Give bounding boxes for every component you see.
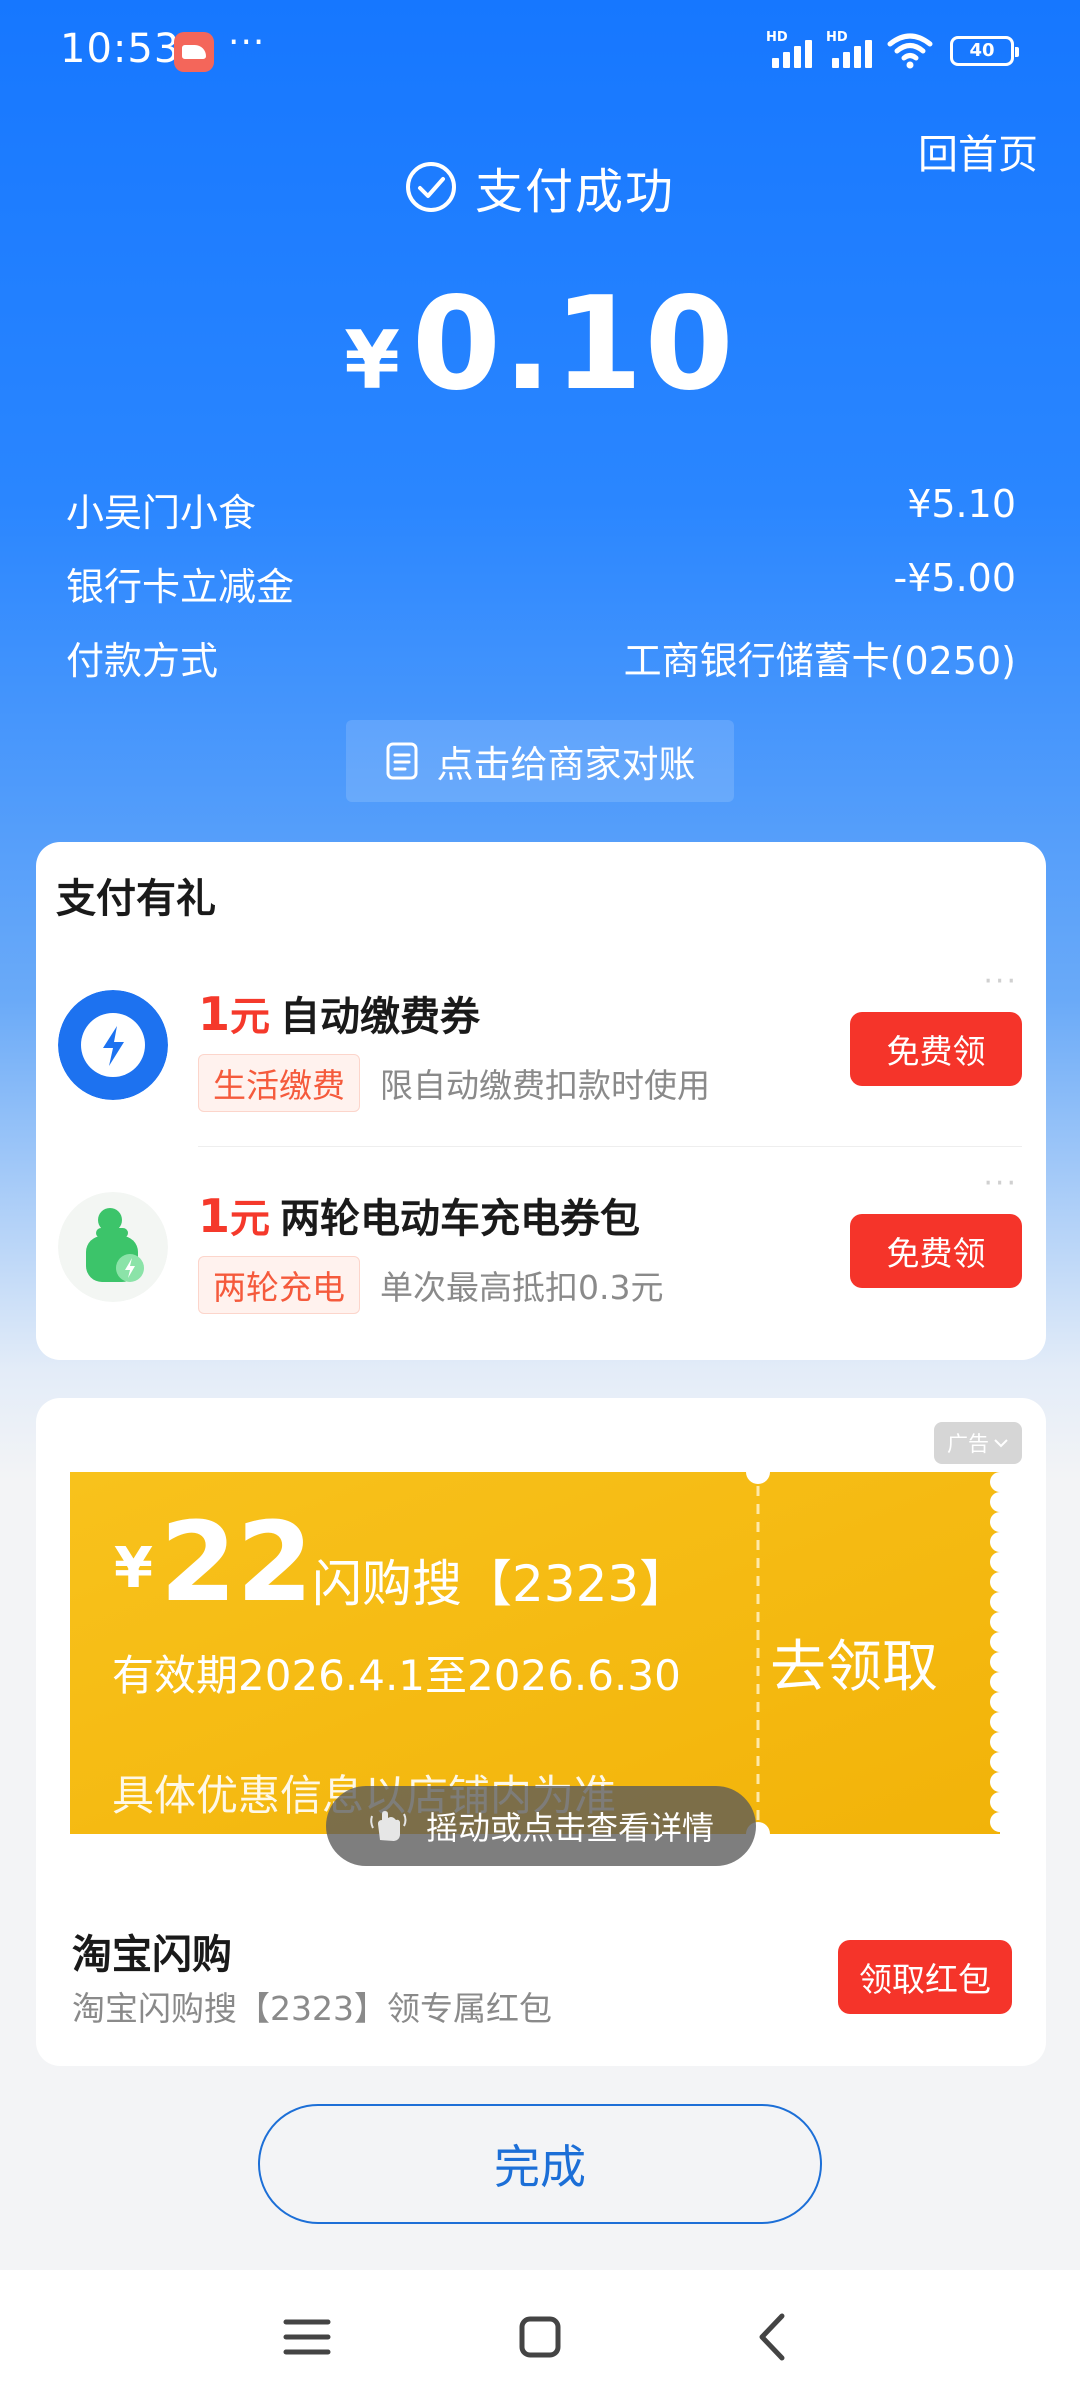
ebike-charging-icon bbox=[58, 1192, 168, 1302]
status-time: 10:53 bbox=[60, 26, 181, 72]
check-circle-icon bbox=[405, 162, 456, 212]
offer-subtitle: 两轮充电 单次最高抵扣0.3元 bbox=[198, 1256, 663, 1314]
signal-icon-1: HD bbox=[766, 30, 820, 70]
detail-value: 工商银行储蓄卡(0250) bbox=[623, 639, 1016, 683]
paid-amount: ¥ 0.10 bbox=[0, 270, 1080, 419]
detail-row-merchant: 小吴门小食 ¥5.10 bbox=[66, 482, 1016, 537]
wifi-icon bbox=[887, 33, 933, 69]
signal-icon-2: HD bbox=[826, 30, 880, 70]
offer-item-ebike-charging[interactable]: ··· 1元 两轮电动车充电券包 两轮充电 单次最高抵扣0.3元 免费领 bbox=[36, 1164, 1046, 1324]
done-button[interactable]: 完成 bbox=[258, 2104, 822, 2224]
coupon-validity: 有效期2026.4.1至2026.6.30 bbox=[112, 1651, 681, 1700]
offer-item-auto-payment[interactable]: ··· 1元 自动缴费券 生活缴费 限自动缴费扣款时使用 免费领 bbox=[36, 962, 1046, 1122]
currency-symbol: ¥ bbox=[344, 314, 400, 407]
coupon-name: 闪购搜【2323】 bbox=[312, 1555, 690, 1613]
menu-icon[interactable] bbox=[272, 2302, 342, 2372]
detail-label: 银行卡立减金 bbox=[66, 565, 295, 609]
back-icon[interactable] bbox=[738, 2302, 808, 2372]
lightning-icon bbox=[58, 990, 168, 1100]
payment-status: 支付成功 bbox=[0, 152, 1080, 222]
detail-row-discount: 银行卡立减金 -¥5.00 bbox=[66, 556, 1016, 611]
home-square-icon[interactable] bbox=[505, 2302, 575, 2372]
ad-tag[interactable]: 广告 bbox=[934, 1422, 1022, 1464]
more-notifications-icon: ··· bbox=[228, 22, 266, 63]
chevron-down-icon bbox=[994, 1439, 1008, 1448]
claim-red-packet-button[interactable]: 领取红包 bbox=[838, 1940, 1012, 2014]
detail-value: ¥5.10 bbox=[907, 482, 1016, 526]
offer-description: 单次最高抵扣0.3元 bbox=[380, 1268, 664, 1307]
coupon-value: 22 bbox=[160, 1498, 314, 1626]
document-icon bbox=[386, 742, 417, 780]
offer-description: 限自动缴费扣款时使用 bbox=[380, 1066, 710, 1105]
detail-row-payment-method: 付款方式 工商银行储蓄卡(0250) bbox=[66, 630, 1016, 685]
offer-title: 1元 两轮电动车充电券包 bbox=[198, 1189, 641, 1243]
reconcile-button-label: 点击给商家对账 bbox=[436, 743, 696, 786]
coupon-claim-cta[interactable]: 去领取 bbox=[770, 1622, 938, 1703]
detail-label: 付款方式 bbox=[66, 639, 219, 683]
shake-hint[interactable]: 摇动或点击查看详情 bbox=[326, 1786, 756, 1866]
detail-value: -¥5.00 bbox=[893, 556, 1017, 600]
coupon-currency: ¥ bbox=[114, 1536, 153, 1601]
amount-value: 0.10 bbox=[411, 270, 736, 419]
offer-subtitle: 生活缴费 限自动缴费扣款时使用 bbox=[198, 1054, 710, 1112]
claim-free-button[interactable]: 免费领 bbox=[850, 1012, 1022, 1086]
shake-hand-icon bbox=[370, 1811, 407, 1841]
battery-level: 40 bbox=[969, 40, 995, 61]
payment-gift-card: 支付有礼 ··· 1元 自动缴费券 生活缴费 限自动缴费扣款时使用 免费领 ··· bbox=[36, 842, 1046, 1360]
offer-more-icon[interactable]: ··· bbox=[983, 964, 1018, 999]
claim-free-button[interactable]: 免费领 bbox=[850, 1214, 1022, 1288]
offer-more-icon[interactable]: ··· bbox=[983, 1166, 1018, 1201]
ad-brand-name: 淘宝闪购 bbox=[72, 1932, 232, 1978]
offer-title: 1元 自动缴费券 bbox=[198, 987, 481, 1041]
payment-status-text: 支付成功 bbox=[474, 164, 675, 220]
ad-card[interactable]: 广告 ¥ 22 闪购搜【2323】 有效期2026.4.1至2026.6.30 … bbox=[36, 1398, 1046, 2066]
battery-icon: 40 bbox=[950, 36, 1019, 66]
status-bar: 10:53 ··· HD HD 40 bbox=[0, 0, 1080, 104]
gift-section-title: 支付有礼 bbox=[56, 876, 216, 922]
offer-tag: 两轮充电 bbox=[198, 1256, 360, 1314]
detail-label: 小吴门小食 bbox=[66, 491, 257, 535]
ad-description: 淘宝闪购搜【2323】领专属红包 bbox=[72, 1989, 552, 2028]
shake-hint-text: 摇动或点击查看详情 bbox=[425, 1809, 714, 1847]
app-notification-icon bbox=[174, 32, 214, 72]
system-nav-bar bbox=[0, 2270, 1080, 2400]
divider bbox=[198, 1146, 1022, 1147]
offer-tag: 生活缴费 bbox=[198, 1054, 360, 1112]
coupon-ticket[interactable]: ¥ 22 闪购搜【2323】 有效期2026.4.1至2026.6.30 具体优… bbox=[70, 1472, 1012, 1834]
reconcile-button[interactable]: 点击给商家对账 bbox=[346, 720, 734, 802]
